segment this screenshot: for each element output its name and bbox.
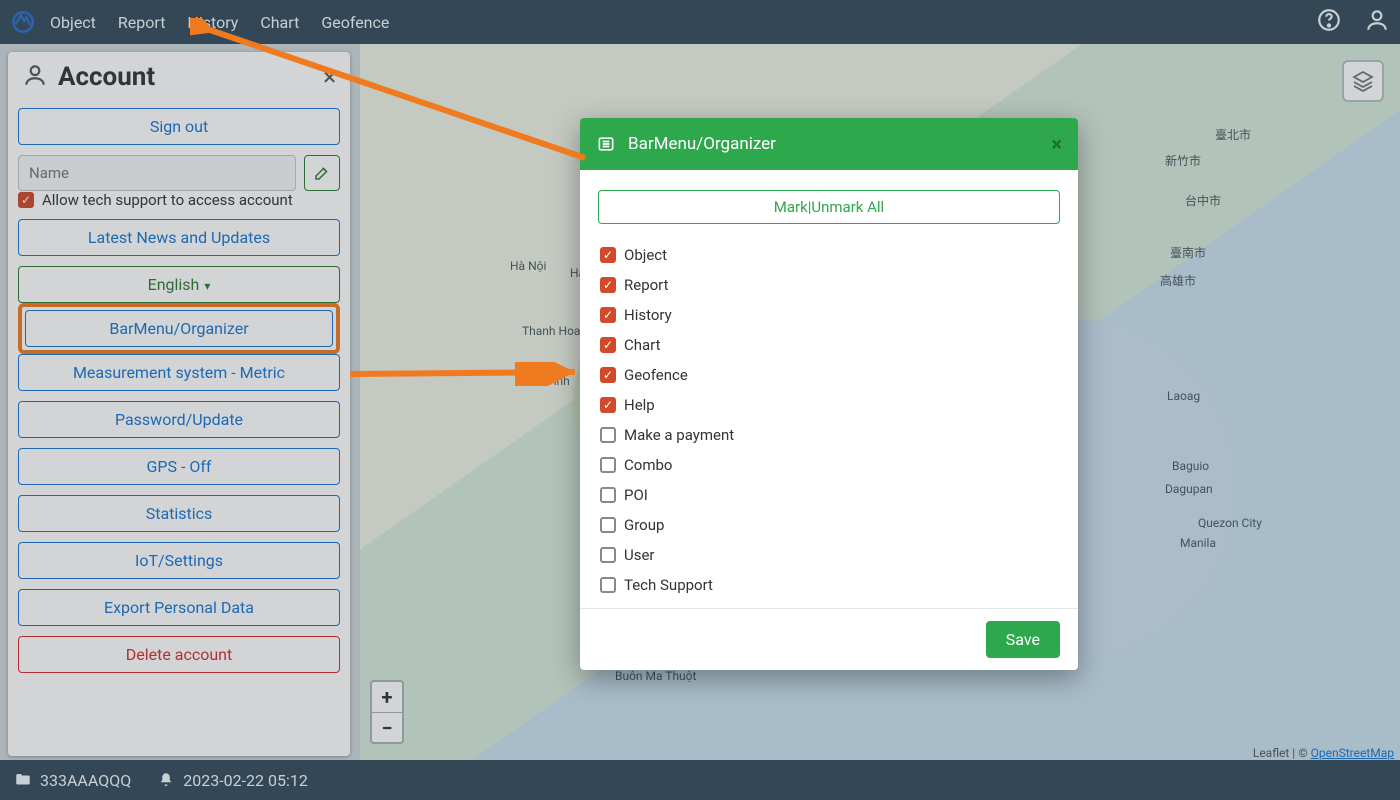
place-label: Manila: [1180, 536, 1216, 550]
delete-button[interactable]: Delete account: [18, 636, 340, 673]
option-row[interactable]: ✓ User: [598, 540, 1060, 570]
option-checkbox[interactable]: ✓: [600, 487, 616, 503]
help-icon[interactable]: [1316, 7, 1342, 37]
place-label: Buôn Ma Thuột: [615, 669, 696, 683]
tech-support-label: Allow tech support to access account: [42, 191, 293, 209]
place-label: Dagupan: [1165, 482, 1213, 496]
place-label: Hà Nội: [510, 259, 546, 273]
iot-button[interactable]: IoT/Settings: [18, 542, 340, 579]
option-row[interactable]: ✓ Combo: [598, 450, 1060, 480]
annotation-arrow-top: [190, 18, 600, 178]
option-label: Report: [624, 276, 669, 294]
save-button[interactable]: Save: [986, 621, 1060, 658]
option-label: Group: [624, 516, 664, 534]
app-logo-icon: [10, 9, 36, 35]
place-label: 新竹市: [1165, 152, 1201, 169]
option-list: ✓ Object ✓ Report ✓ History ✓ Chart ✓ Geofence ✓ He…: [598, 240, 1060, 600]
option-row[interactable]: ✓ Make a payment: [598, 420, 1060, 450]
option-label: Make a payment: [624, 426, 734, 444]
option-checkbox[interactable]: ✓: [600, 337, 616, 353]
place-label: 高雄市: [1160, 272, 1196, 289]
option-label: Combo: [624, 456, 672, 474]
modal-close-icon[interactable]: ×: [1051, 132, 1062, 156]
password-button[interactable]: Password/Update: [18, 401, 340, 438]
export-button[interactable]: Export Personal Data: [18, 589, 340, 626]
option-row[interactable]: ✓ Report: [598, 270, 1060, 300]
option-label: User: [624, 546, 655, 564]
annotation-arrow-mid: [350, 362, 590, 386]
option-checkbox[interactable]: ✓: [600, 247, 616, 263]
language-button[interactable]: English: [18, 266, 340, 303]
place-label: Thanh Hoa: [522, 324, 580, 338]
option-row[interactable]: ✓ POI: [598, 480, 1060, 510]
option-label: Tech Support: [624, 576, 713, 594]
option-checkbox[interactable]: ✓: [600, 517, 616, 533]
option-checkbox[interactable]: ✓: [600, 397, 616, 413]
map-attribution: Leaflet | © OpenStreetMap: [1253, 746, 1394, 760]
option-row[interactable]: ✓ Chart: [598, 330, 1060, 360]
option-row[interactable]: ✓ History: [598, 300, 1060, 330]
measurement-button[interactable]: Measurement system - Metric: [18, 354, 340, 391]
folder-icon: [14, 771, 32, 789]
option-row[interactable]: ✓ Object: [598, 240, 1060, 270]
gps-button[interactable]: GPS - Off: [18, 448, 340, 485]
option-label: POI: [624, 486, 648, 504]
option-row[interactable]: ✓ Group: [598, 510, 1060, 540]
option-row[interactable]: ✓ Geofence: [598, 360, 1060, 390]
option-label: Geofence: [624, 366, 688, 384]
place-label: Laoag: [1167, 389, 1200, 403]
place-label: 台中市: [1185, 192, 1221, 209]
zoom-out-button[interactable]: −: [372, 712, 402, 742]
mark-unmark-button[interactable]: Mark|Unmark All: [598, 190, 1060, 224]
status-timestamp[interactable]: 2023-02-22 05:12: [157, 771, 308, 790]
nav-object[interactable]: Object: [50, 13, 96, 32]
option-checkbox[interactable]: ✓: [600, 457, 616, 473]
option-label: Object: [624, 246, 667, 264]
zoom-control: + −: [370, 680, 404, 744]
barmenu-button[interactable]: BarMenu/Organizer: [25, 310, 333, 347]
modal-title: BarMenu/Organizer: [628, 134, 776, 154]
option-row[interactable]: ✓ Help: [598, 390, 1060, 420]
attribution-link[interactable]: OpenStreetMap: [1311, 746, 1394, 760]
option-checkbox[interactable]: ✓: [600, 277, 616, 293]
option-checkbox[interactable]: ✓: [600, 427, 616, 443]
status-bar: 333AAAQQQ 2023-02-22 05:12: [0, 760, 1400, 800]
option-checkbox[interactable]: ✓: [600, 577, 616, 593]
nav-report[interactable]: Report: [118, 13, 166, 32]
latest-news-button[interactable]: Latest News and Updates: [18, 219, 340, 256]
option-row[interactable]: ✓ Tech Support: [598, 570, 1060, 600]
place-label: Baguio: [1172, 459, 1209, 473]
status-account[interactable]: 333AAAQQQ: [14, 771, 131, 790]
bell-icon: [157, 771, 175, 789]
option-label: Help: [624, 396, 655, 414]
barmenu-modal: BarMenu/Organizer × Mark|Unmark All ✓ Obj…: [580, 118, 1078, 670]
tech-support-checkbox[interactable]: ✓: [18, 192, 34, 208]
option-checkbox[interactable]: ✓: [600, 367, 616, 383]
place-label: Quezon City: [1198, 516, 1262, 530]
user-icon: [22, 62, 58, 92]
option-label: Chart: [624, 336, 661, 354]
barmenu-highlight: BarMenu/Organizer: [18, 303, 340, 354]
account-icon[interactable]: [1364, 7, 1390, 37]
option-checkbox[interactable]: ✓: [600, 307, 616, 323]
place-label: 臺北市: [1215, 126, 1251, 143]
zoom-in-button[interactable]: +: [372, 682, 402, 712]
option-label: History: [624, 306, 672, 324]
place-label: 臺南市: [1170, 244, 1206, 261]
modal-header: BarMenu/Organizer ×: [580, 118, 1078, 170]
layers-button[interactable]: [1342, 60, 1384, 102]
option-checkbox[interactable]: ✓: [600, 547, 616, 563]
statistics-button[interactable]: Statistics: [18, 495, 340, 532]
